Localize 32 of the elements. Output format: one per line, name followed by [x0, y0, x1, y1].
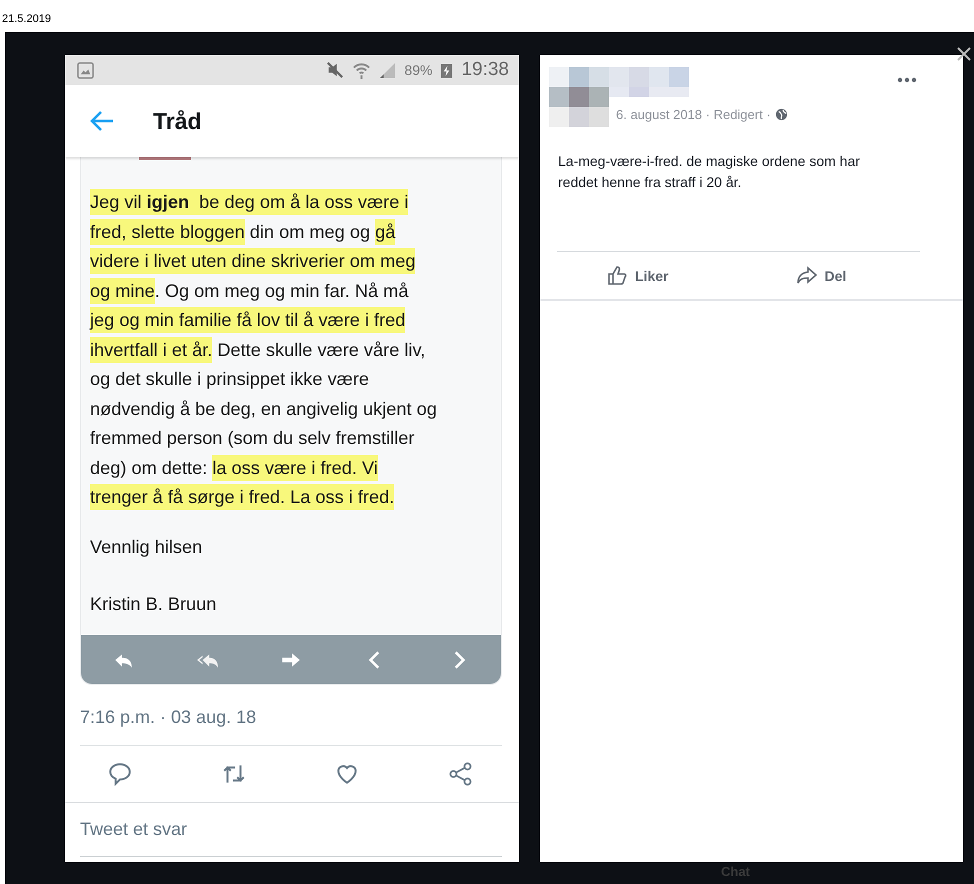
- post-text: La-meg-være-i-fred. de magiske ordene som har reddet henne fra straff i 20 år.: [557, 152, 861, 192]
- wifi-icon: [352, 60, 372, 80]
- like-button[interactable]: Liker: [607, 260, 668, 290]
- post-date: 6. august 2018 · Redigert ·: [616, 107, 771, 122]
- thumbs-up-icon: [607, 264, 629, 286]
- letter-line: ihvertfall i et år. Dette skulle være våre liv,: [90, 336, 501, 365]
- image-icon: [77, 62, 94, 78]
- screen-title: Tråd: [153, 108, 202, 134]
- letter-line: og det skulle i prinsippet ikke være: [90, 368, 370, 391]
- globe-icon: [774, 108, 788, 121]
- battery-level: 89%: [404, 62, 432, 78]
- clock-time: 19:38: [461, 59, 509, 81]
- print-date: 21.5.2019: [2, 13, 51, 25]
- mute-icon: [326, 61, 344, 79]
- share-button[interactable]: Del: [796, 260, 846, 290]
- letter-line: nødvendig å be deg, en angivelig ukjent og: [90, 398, 438, 421]
- letter-closing: Vennlig hilsen: [90, 536, 204, 559]
- letter-signature: Kristin B. Bruun: [90, 592, 218, 616]
- close-icon[interactable]: [956, 46, 972, 62]
- reply-field[interactable]: Tweet et svar: [80, 819, 502, 840]
- back-arrow-icon[interactable]: [89, 110, 115, 132]
- tweet-timestamp: 7:16 p.m. · 03 aug. 18: [79, 706, 258, 729]
- battery-charging-icon: [440, 62, 454, 78]
- image-edge: [139, 157, 191, 160]
- more-options-icon[interactable]: [897, 77, 917, 83]
- signal-icon: [379, 62, 396, 78]
- share-icon[interactable]: [448, 761, 474, 787]
- letter-line: deg) om dette: la oss være i fred. Vi: [90, 454, 501, 483]
- letter-line: og mine. Og om meg og min far. Nå må: [90, 276, 501, 306]
- reply-bubble-icon[interactable]: [107, 761, 133, 787]
- letter-line: fremmed person (som du selv fremstiller: [90, 427, 416, 450]
- share-arrow-icon: [796, 264, 818, 286]
